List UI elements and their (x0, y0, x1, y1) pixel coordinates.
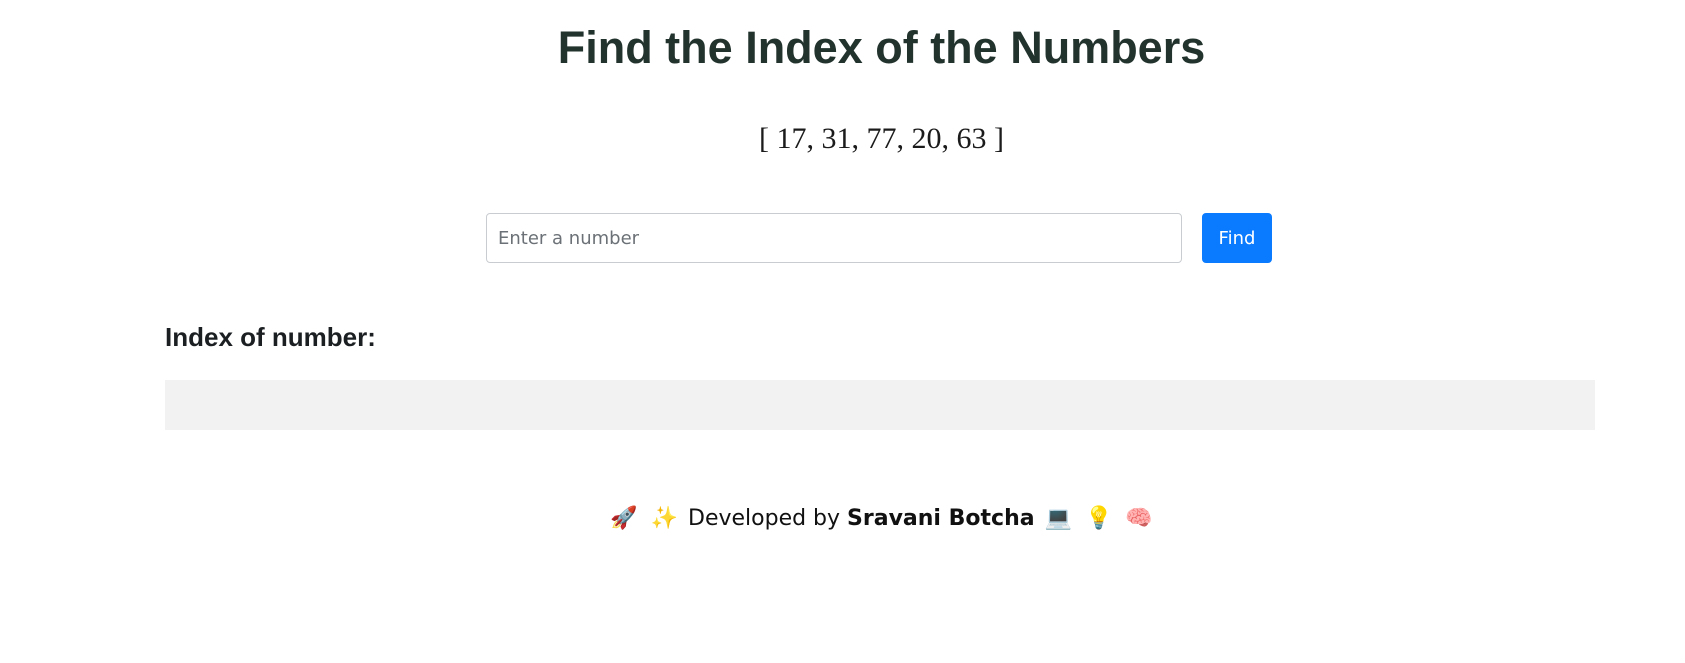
footer: 🚀 ✨ Developed by Sravani Botcha 💻 💡 🧠 (0, 506, 1685, 531)
search-row: Find (486, 213, 1272, 263)
result-label: Index of number: (165, 322, 376, 352)
laptop-icon: 💻 (1044, 506, 1072, 531)
rocket-icon: 🚀 (610, 506, 638, 531)
result-output (165, 380, 1595, 430)
brain-icon: 🧠 (1125, 506, 1153, 531)
page-title: Find the Index of the Numbers (557, 22, 1206, 73)
footer-author: Sravani Botcha (847, 506, 1035, 531)
number-array: [ 17, 31, 77, 20, 63 ] (759, 122, 1004, 155)
lightbulb-icon: 💡 (1085, 506, 1113, 531)
sparkles-icon: ✨ (650, 506, 678, 531)
footer-prefix: Developed by (688, 506, 841, 531)
page: Find the Index of the Numbers [ 17, 31, … (0, 0, 1685, 663)
find-button[interactable]: Find (1202, 213, 1272, 263)
number-input[interactable] (486, 213, 1182, 263)
